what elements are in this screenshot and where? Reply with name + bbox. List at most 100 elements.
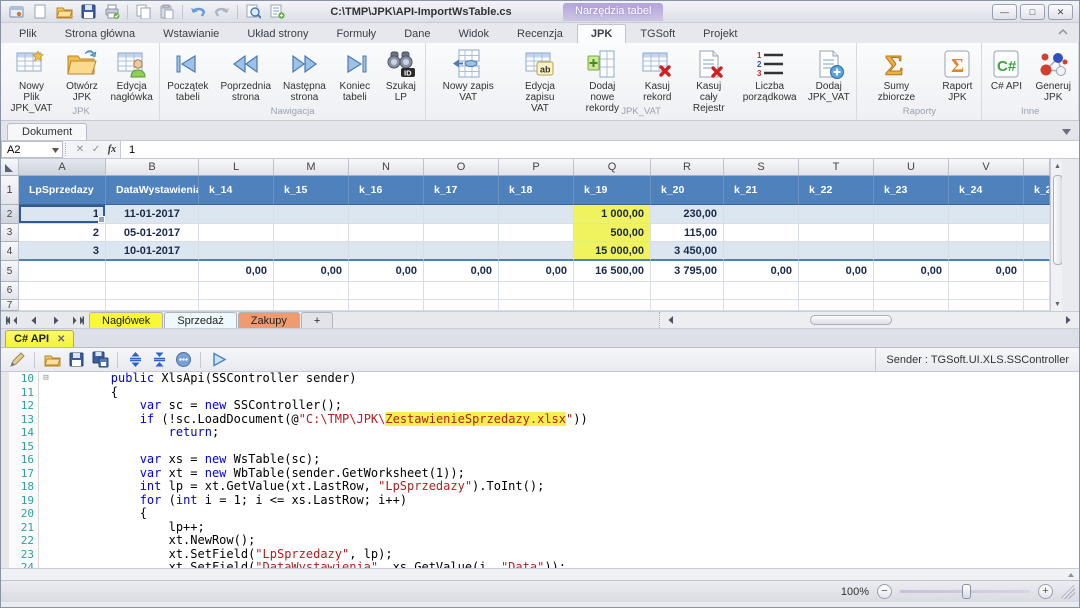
cell-x5[interactable] (1024, 261, 1050, 282)
scroll-left-icon[interactable] (660, 316, 682, 324)
confirm-icon[interactable]: ✓ (88, 141, 104, 158)
cell-M7[interactable] (274, 300, 349, 311)
zoom-in-button[interactable]: + (1038, 584, 1053, 599)
copy-icon[interactable] (132, 3, 154, 21)
row-header-2[interactable]: 2 (1, 205, 19, 224)
cell-B4[interactable]: 10-01-2017 (106, 242, 199, 261)
records-add-button[interactable]: Dodaj nowe rekordy (570, 44, 634, 106)
code-line[interactable]: 21 lp++; (1, 521, 1079, 535)
cell-L4[interactable] (199, 242, 274, 261)
name-box[interactable]: A2 (1, 141, 63, 158)
code-line[interactable]: 14 return; (1, 426, 1079, 440)
cell-x3[interactable] (1024, 224, 1050, 242)
table-header-cell[interactable]: k_14 (199, 176, 274, 205)
cell-S5[interactable]: 0,00 (724, 261, 799, 282)
registry-delete-button[interactable]: Kasuj cały Rejestr (680, 44, 737, 106)
cell-P2[interactable] (499, 205, 574, 224)
table-header-cell[interactable]: k_16 (349, 176, 424, 205)
formula-grip[interactable] (65, 143, 70, 156)
zoom-slider-thumb[interactable] (962, 584, 971, 599)
column-header-S[interactable]: S (724, 159, 799, 176)
cell-V4[interactable] (949, 242, 1024, 261)
cell-Q3[interactable]: 500,00 (574, 224, 651, 242)
code-line[interactable]: 16 var xs = new WsTable(sc); (1, 453, 1079, 467)
code-editor[interactable]: 10⊟ public XlsApi(SSController sender)11… (1, 372, 1079, 568)
cell-U5[interactable]: 0,00 (874, 261, 949, 282)
cell-M4[interactable] (274, 242, 349, 261)
row-header-5[interactable]: 5 (1, 261, 19, 282)
ribbon-tab-strona-g-wna[interactable]: Strona główna (51, 24, 149, 43)
ribbon-tab-projekt[interactable]: Projekt (689, 24, 751, 43)
column-header-T[interactable]: T (799, 159, 874, 176)
table-header-cell[interactable]: k_23 (874, 176, 949, 205)
cell-S4[interactable] (724, 242, 799, 261)
open-file-icon[interactable] (42, 350, 62, 370)
scrollbar-thumb[interactable] (1053, 175, 1063, 265)
table-header-cell[interactable]: k_20 (651, 176, 724, 205)
cell-S7[interactable] (724, 300, 799, 311)
grid-horizontal-scrollbar[interactable] (659, 312, 1079, 328)
sheet-prev-icon[interactable] (23, 312, 45, 328)
cell-O2[interactable] (424, 205, 499, 224)
ribbon-tab-jpk[interactable]: JPK (577, 24, 626, 43)
cell-R3[interactable]: 115,00 (651, 224, 724, 242)
cell-U6[interactable] (874, 282, 949, 300)
cell-N4[interactable] (349, 242, 424, 261)
cell-U2[interactable] (874, 205, 949, 224)
code-line[interactable]: 11 { (1, 386, 1079, 400)
cell-L3[interactable] (199, 224, 274, 242)
ribbon-tab-dane[interactable]: Dane (390, 24, 444, 43)
cell-T3[interactable] (799, 224, 874, 242)
cell-x2[interactable] (1024, 205, 1050, 224)
cell-V3[interactable] (949, 224, 1024, 242)
cell-T4[interactable] (799, 242, 874, 261)
cell-T6[interactable] (799, 282, 874, 300)
paste-icon[interactable] (156, 3, 178, 21)
molecule-button[interactable]: Generuj JPK (1029, 44, 1077, 106)
cell-R2[interactable]: 230,00 (651, 205, 724, 224)
sheet-first-icon[interactable] (1, 312, 23, 328)
cell-N5[interactable]: 0,00 (349, 261, 424, 282)
code-line[interactable]: 22 xt.NewRow(); (1, 534, 1079, 548)
cell-T2[interactable] (799, 205, 874, 224)
redo-icon[interactable] (211, 3, 233, 21)
column-header-L[interactable]: L (199, 159, 274, 176)
cell-Q2[interactable]: 1 000,00 (574, 205, 651, 224)
table-header-cell[interactable]: k_18 (499, 176, 574, 205)
cell-T7[interactable] (799, 300, 874, 311)
cell-T5[interactable]: 0,00 (799, 261, 874, 282)
table-user-button[interactable]: Edycja nagłówka (105, 44, 158, 106)
cell-O5[interactable]: 0,00 (424, 261, 499, 282)
code-line[interactable]: 17 var xt = new WbTable(sender.GetWorksh… (1, 467, 1079, 481)
sigma-gold-button[interactable]: ΣSumy zbiorcze (858, 44, 934, 106)
row-header-4[interactable]: 4 (1, 242, 19, 261)
zoom-slider[interactable] (900, 590, 1030, 593)
code-line[interactable]: 19 for (int i = 1; i <= xs.LastRow; i++) (1, 494, 1079, 508)
scrollbar-thumb[interactable] (810, 315, 893, 325)
table-header-cell[interactable]: LpSprzedazy (19, 176, 106, 205)
table-header-cell[interactable]: k_21 (724, 176, 799, 205)
cell-Q5[interactable]: 16 500,00 (574, 261, 651, 282)
cell-B2[interactable]: 11-01-2017 (106, 205, 199, 224)
cell-V2[interactable] (949, 205, 1024, 224)
save-icon[interactable] (77, 3, 99, 21)
cell-L6[interactable] (199, 282, 274, 300)
cell-U3[interactable] (874, 224, 949, 242)
cell-x6[interactable] (1024, 282, 1050, 300)
formula-content[interactable]: 1 (120, 141, 1079, 158)
comment-icon[interactable] (173, 350, 193, 370)
cell-B7[interactable] (106, 300, 199, 311)
cell-S6[interactable] (724, 282, 799, 300)
save-as-icon[interactable] (90, 350, 110, 370)
code-line[interactable]: 23 xt.SetField("LpSprzedazy", lp); (1, 548, 1079, 562)
cell-O6[interactable] (424, 282, 499, 300)
sheet-tab-+[interactable]: + (301, 312, 333, 328)
close-button[interactable]: ✕ (1048, 4, 1073, 20)
cell-B3[interactable]: 05-01-2017 (106, 224, 199, 242)
ordinal-list-button[interactable]: 123Liczba porządkowa (737, 44, 802, 106)
column-header-M[interactable]: M (274, 159, 349, 176)
row-header-7[interactable]: 7 (1, 300, 19, 311)
cell-S2[interactable] (724, 205, 799, 224)
column-header-P[interactable]: P (499, 159, 574, 176)
ribbon-tab-widok[interactable]: Widok (444, 24, 503, 43)
